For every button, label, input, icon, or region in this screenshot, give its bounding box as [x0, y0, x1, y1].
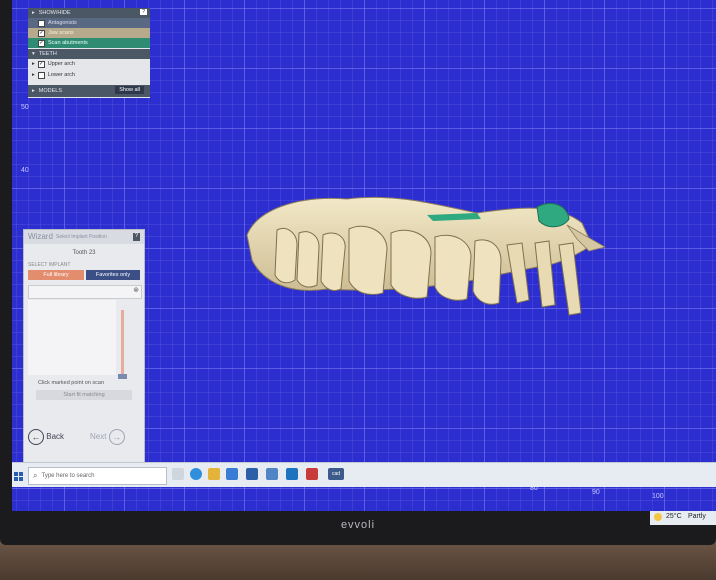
models-title: MODELS	[38, 88, 62, 94]
wizard-title: Wizard	[28, 232, 53, 241]
show-all-button[interactable]: Show all	[115, 86, 144, 94]
toggle-label: Jaw scans	[48, 30, 74, 36]
toggle-label: Antagonists	[48, 20, 77, 26]
wizard-titlebar: Wizard Select Implant Position ?	[24, 230, 144, 244]
clear-icon[interactable]: ⊗	[133, 286, 139, 294]
app-icon[interactable]	[306, 468, 318, 480]
search-placeholder: Type here to search	[41, 473, 95, 479]
ruler-tick-left: 50	[21, 104, 29, 111]
toggle-label: Upper arch	[47, 61, 75, 67]
app-icon[interactable]	[266, 468, 278, 480]
next-arrow-icon: →	[108, 429, 125, 445]
toggle-antagonists[interactable]: Antagonists	[28, 18, 150, 28]
scrollbar-track[interactable]	[121, 310, 124, 375]
monitor-bezel: 50 40 20 30 40 50 60 70 80 90 100	[0, 0, 716, 545]
checkbox-icon[interactable]	[37, 71, 45, 79]
toggle-upper-arch[interactable]: ▸ ✓ Upper arch	[28, 59, 150, 69]
edge-icon[interactable]	[190, 468, 202, 480]
mail-icon[interactable]	[246, 468, 258, 480]
implant-list[interactable]	[28, 300, 116, 375]
monitor-brand-logo: evvoli	[340, 519, 376, 531]
checkbox-checked-icon[interactable]: ✓	[38, 29, 45, 37]
toggle-label: Scan abutments	[48, 40, 88, 46]
teeth-title: TEETH	[38, 51, 57, 57]
tab-full-library[interactable]: Full library	[28, 270, 84, 280]
tooth[interactable]	[296, 231, 320, 288]
toggle-label: Lower arch	[47, 72, 75, 78]
next-button[interactable]: Next →	[90, 429, 125, 445]
ruler-tick-left: 40	[21, 167, 29, 174]
toggle-jaw-scans[interactable]: ✓ Jaw scans	[28, 28, 150, 38]
app-icon[interactable]	[286, 468, 298, 480]
implant-select[interactable]: ⊗	[28, 285, 142, 299]
ruler-tick-bottom: 100	[652, 493, 664, 500]
dental-arch-model[interactable]	[237, 185, 607, 320]
show-hide-panel: ▸ SHOW/HIDE ? Antagonists ✓ Jaw scans ✓ …	[28, 8, 150, 98]
models-header[interactable]: ▸ MODELS Show all	[28, 85, 150, 97]
taskbar-search-input[interactable]: ⌕ Type here to search	[28, 467, 167, 485]
wizard-step: Select Implant Position	[56, 234, 107, 240]
hint-text: Click marked point on scan	[38, 380, 105, 386]
tooth[interactable]	[472, 239, 502, 305]
scan-abutment[interactable]	[536, 203, 570, 228]
tooth[interactable]	[320, 232, 346, 292]
file-explorer-icon[interactable]	[208, 468, 220, 480]
tooth[interactable]	[274, 228, 298, 284]
toggle-lower-arch[interactable]: ▸ Lower arch	[28, 70, 150, 80]
tooth[interactable]	[348, 225, 388, 295]
store-icon[interactable]	[226, 468, 238, 480]
select-implant-label: SELECT IMPLANT	[28, 262, 71, 268]
back-button[interactable]: ← Back	[28, 429, 64, 445]
back-label: Back	[46, 432, 65, 442]
next-label: Next	[90, 432, 107, 442]
tooth[interactable]	[390, 229, 432, 299]
scrollbar-thumb[interactable]	[118, 374, 127, 379]
teeth-header[interactable]: ▾ TEETH	[28, 49, 150, 59]
taskbar: ⌕ Type here to search cad	[12, 462, 716, 487]
wizard-panel: Wizard Select Implant Position ? Tooth 2…	[23, 229, 145, 467]
checkbox-checked-icon[interactable]: ✓	[37, 60, 45, 68]
checkbox-checked-icon[interactable]: ✓	[38, 39, 45, 47]
screen: 50 40 20 30 40 50 60 70 80 90 100	[12, 0, 716, 511]
tooth[interactable]	[434, 234, 472, 301]
tooth-label: Tooth 23	[72, 250, 96, 256]
show-hide-title: SHOW/HIDE	[38, 10, 71, 16]
ruler-tick-bottom: 90	[592, 489, 600, 496]
cad-app-icon[interactable]: cad	[328, 468, 344, 480]
start-matching-button[interactable]: Start fit matching	[36, 390, 132, 400]
help-icon[interactable]: ?	[133, 233, 140, 241]
toggle-scan-abutments[interactable]: ✓ Scan abutments	[28, 38, 150, 48]
task-view-icon[interactable]	[172, 468, 184, 480]
help-icon[interactable]: ?	[140, 9, 147, 15]
tab-favorites-only[interactable]: Favorites only	[86, 270, 140, 280]
checkbox-icon[interactable]	[38, 19, 45, 27]
show-hide-header[interactable]: ▸ SHOW/HIDE ?	[28, 8, 150, 18]
back-arrow-icon: ←	[28, 429, 44, 445]
windows-start-icon[interactable]	[14, 469, 24, 481]
search-icon: ⌕	[33, 471, 38, 480]
